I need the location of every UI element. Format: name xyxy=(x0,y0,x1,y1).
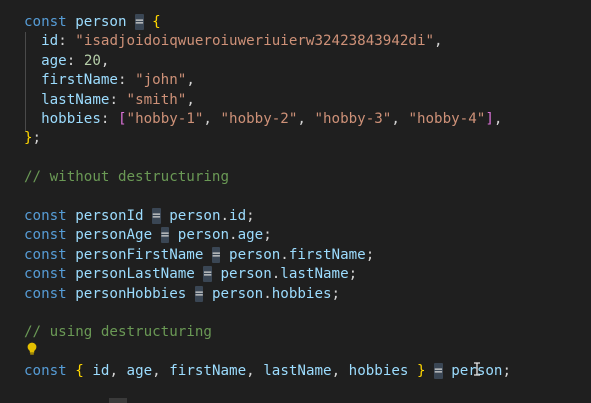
assignment-operator: = xyxy=(135,14,144,30)
code-line-assign-3[interactable]: const personFirstName = person.firstName… xyxy=(24,246,374,265)
code-line-destructure[interactable]: const { id, age, firstName, lastName, ho… xyxy=(24,362,511,381)
code-editor[interactable]: const person = { id: "isadjoidoiqwueroiu… xyxy=(0,0,591,403)
assignment-operator: = xyxy=(211,246,221,263)
code-line-3[interactable]: age: 20, xyxy=(24,52,109,71)
horizontal-scrollbar-thumb[interactable] xyxy=(109,398,127,403)
assignment-operator: = xyxy=(194,285,204,302)
close-brace: } xyxy=(24,130,33,147)
variable-name: personAge xyxy=(75,227,153,244)
keyword-const: const xyxy=(24,14,67,30)
code-line-assign-1[interactable]: const personId = person.id; xyxy=(24,207,255,226)
destructured-name: age xyxy=(126,363,153,380)
code-line-assign-2[interactable]: const personAge = person.age; xyxy=(24,226,272,245)
property-key: age xyxy=(41,52,67,69)
destructured-name: firstName xyxy=(169,363,247,380)
string-value: "isadjoidoiqwueroiuweriuierw32423843942d… xyxy=(75,33,435,50)
variable-name: personId xyxy=(75,208,144,224)
code-line-6[interactable]: hobbies: ["hobby-1", "hobby-2", "hobby-3… xyxy=(24,110,502,129)
assignment-operator: = xyxy=(203,266,212,283)
destructured-name: id xyxy=(92,363,110,380)
assignment-operator: = xyxy=(160,227,170,244)
variable-name: personFirstName xyxy=(75,246,204,263)
array-item: "hobby-2" xyxy=(220,111,298,127)
property-key: id xyxy=(41,33,59,50)
destructured-name: hobbies xyxy=(348,363,409,380)
assignment-operator: = xyxy=(434,363,443,380)
code-line-2[interactable]: id: "isadjoidoiqwueroiuweriuierw32423843… xyxy=(24,32,442,51)
number-value: 20 xyxy=(83,52,101,69)
open-brace: { xyxy=(152,14,161,30)
variable-name: personHobbies xyxy=(75,285,187,302)
variable-person: person xyxy=(75,14,127,30)
comment-line[interactable]: // without destructuring xyxy=(24,168,229,187)
destructured-name: lastName xyxy=(263,363,332,380)
code-line-7[interactable]: }; xyxy=(24,129,41,148)
property-key: lastName xyxy=(41,91,110,108)
code-line-assign-5[interactable]: const personHobbies = person.hobbies; xyxy=(24,285,340,304)
lightbulb-icon[interactable] xyxy=(26,342,38,356)
property-key: hobbies xyxy=(41,111,101,127)
string-value: "smith" xyxy=(126,91,187,108)
assignment-operator: = xyxy=(152,208,161,224)
code-line-1[interactable]: const person = { xyxy=(24,13,161,32)
code-line-4[interactable]: firstName: "john", xyxy=(24,71,195,90)
string-value: "john" xyxy=(135,72,187,89)
comment-line[interactable]: // using destructuring xyxy=(24,323,212,342)
code-line-assign-4[interactable]: const personLastName = person.lastName; xyxy=(24,265,357,284)
array-item: "hobby-4" xyxy=(408,111,486,127)
variable-name: personLastName xyxy=(75,266,195,283)
code-line-5[interactable]: lastName: "smith", xyxy=(24,91,195,110)
property-key: firstName xyxy=(41,72,118,89)
text-cursor-icon xyxy=(474,362,480,376)
array-item: "hobby-1" xyxy=(126,111,204,127)
array-item: "hobby-3" xyxy=(314,111,392,127)
